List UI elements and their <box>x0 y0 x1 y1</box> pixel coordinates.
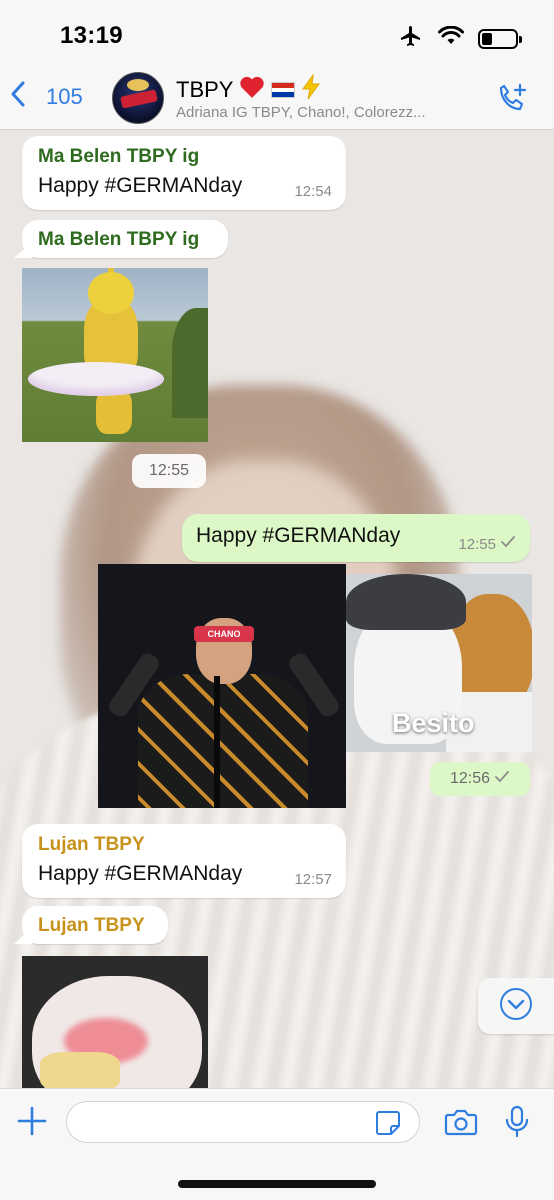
incoming-message[interactable]: Ma Belen TBPY ig Happy #GERMANday 12:54 <box>22 136 346 210</box>
sticker-icon <box>374 1111 402 1141</box>
sticker-image[interactable]: Besito <box>346 574 532 752</box>
message-input[interactable] <box>66 1101 420 1143</box>
check-icon <box>494 770 510 789</box>
phone-plus-icon <box>496 83 528 118</box>
message-time: 12:55 <box>132 454 206 488</box>
microphone-button[interactable] <box>504 1105 530 1144</box>
outgoing-message[interactable]: Happy #GERMANday 12:55 <box>182 514 530 562</box>
camera-icon <box>444 1109 478 1141</box>
back-button[interactable]: 105 <box>10 80 83 113</box>
chat-header: 105 TBPY Adriana IG TBPY, Chano!, Colore… <box>0 68 554 130</box>
chat-title-row[interactable]: TBPY <box>176 73 321 106</box>
home-indicator <box>178 1180 376 1188</box>
paraguay-flag-icon <box>271 82 296 98</box>
chat-participants: Adriana IG TBPY, Chano!, Colorezz... <box>176 104 426 121</box>
message-text: Happy #GERMANday <box>38 174 243 197</box>
incoming-message-header[interactable]: Ma Belen TBPY ig <box>14 220 228 258</box>
incoming-message-header[interactable]: Lujan TBPY <box>14 906 168 944</box>
sender-name: Lujan TBPY <box>38 915 145 936</box>
message-time: 12:57 <box>294 871 332 888</box>
chevron-down-circle-icon <box>499 987 533 1026</box>
chevron-left-icon <box>10 80 26 113</box>
sender-name: Ma Belen TBPY ig <box>38 146 200 167</box>
sticker-caption: Besito <box>392 708 475 738</box>
heart-icon <box>239 75 265 105</box>
message-text: Happy #GERMANday <box>196 524 401 547</box>
plus-icon <box>16 1106 48 1141</box>
photo-image[interactable]: CHANO <box>98 564 346 808</box>
scroll-to-bottom-button[interactable] <box>478 978 554 1034</box>
message-text: Happy #GERMANday <box>38 862 243 885</box>
message-time-row: 12:55 <box>458 535 516 553</box>
status-time: 13:19 <box>60 22 123 49</box>
gif-image[interactable] <box>22 268 208 442</box>
message-time: 12:54 <box>294 183 332 200</box>
unread-count: 105 <box>46 83 83 109</box>
camera-button[interactable] <box>444 1107 478 1142</box>
incoming-message[interactable]: Lujan TBPY Happy #GERMANday 12:57 <box>22 824 346 898</box>
sticker-button[interactable] <box>374 1109 402 1142</box>
chat-title: TBPY <box>176 77 234 102</box>
message-time: 12:56 <box>449 770 491 787</box>
group-avatar[interactable] <box>112 72 164 124</box>
sender-name: Ma Belen TBPY ig <box>38 229 200 250</box>
check-icon <box>500 535 516 553</box>
microphone-icon <box>504 1105 530 1143</box>
message-time: 12:55 <box>458 535 496 553</box>
lightning-icon <box>301 73 321 106</box>
sender-name: Lujan TBPY <box>38 834 145 855</box>
status-icons <box>398 24 522 53</box>
attach-button[interactable] <box>16 1105 48 1142</box>
sticker-time-row: 12:56 <box>430 762 530 796</box>
airplane-icon <box>398 24 424 53</box>
status-bar: 13:19 <box>0 0 554 68</box>
gif-image[interactable] <box>22 956 208 1088</box>
battery-icon <box>478 28 522 49</box>
add-call-button[interactable] <box>496 82 528 119</box>
wifi-icon <box>438 25 464 51</box>
